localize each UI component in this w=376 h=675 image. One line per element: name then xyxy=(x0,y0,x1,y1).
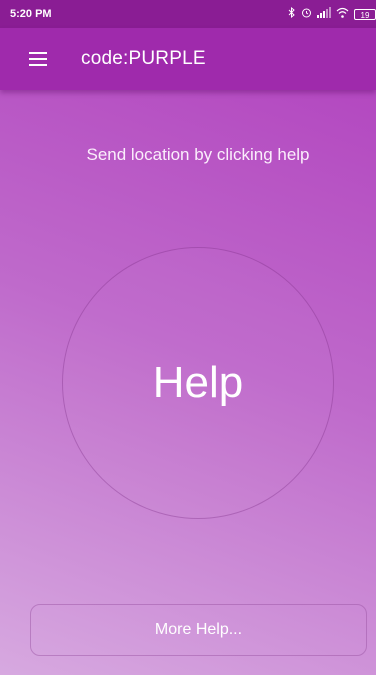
status-time: 5:20 PM xyxy=(10,8,52,20)
alarm-icon xyxy=(301,7,312,21)
hamburger-menu-icon[interactable] xyxy=(10,28,66,90)
signal-icon xyxy=(317,7,331,21)
wifi-icon xyxy=(336,7,349,21)
more-help-button[interactable]: More Help... xyxy=(30,604,367,656)
help-button[interactable]: Help xyxy=(62,247,334,519)
app-bar: code:PURPLE xyxy=(0,28,376,90)
help-button-label: Help xyxy=(152,358,244,407)
battery-icon: 19 xyxy=(354,8,376,20)
bluetooth-icon xyxy=(288,6,296,21)
instruction-text: Send location by clicking help xyxy=(86,145,310,164)
status-icons: 19 xyxy=(288,6,376,21)
status-bar: 5:20 PM 19 xyxy=(0,0,376,28)
main-content: Send location by clicking help Help More… xyxy=(0,90,376,675)
phone-screen: 5:20 PM 19 code:PURPLE Send location by … xyxy=(0,0,376,675)
more-help-label: More Help... xyxy=(154,621,243,638)
app-title: code:PURPLE xyxy=(81,48,206,69)
